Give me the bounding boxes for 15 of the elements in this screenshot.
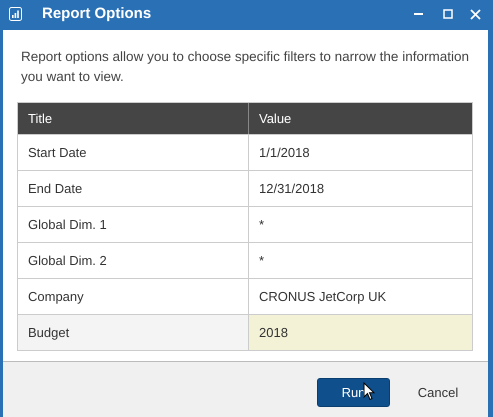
column-header: Value: [258, 110, 292, 128]
table-cell[interactable]: 2018: [249, 315, 472, 350]
cancel-button[interactable]: Cancel: [408, 378, 468, 407]
minimize-icon: [414, 13, 422, 15]
mouse-cursor-icon: [363, 382, 375, 401]
table-cell[interactable]: *: [249, 207, 472, 242]
table-cell[interactable]: 1/1/2018: [249, 135, 472, 170]
table-cell[interactable]: CRONUS JetCorp UK: [249, 279, 472, 314]
table-cell[interactable]: 12/31/2018: [249, 171, 472, 206]
chart-icon: [9, 7, 22, 21]
maximize-icon: [443, 9, 453, 19]
window-title: Report Options: [42, 4, 152, 24]
table-cell[interactable]: *: [249, 243, 472, 278]
description-text: Report options allow you to choose specific filters to narrow the information you want to view.: [20, 48, 470, 86]
close-icon: [470, 8, 480, 20]
